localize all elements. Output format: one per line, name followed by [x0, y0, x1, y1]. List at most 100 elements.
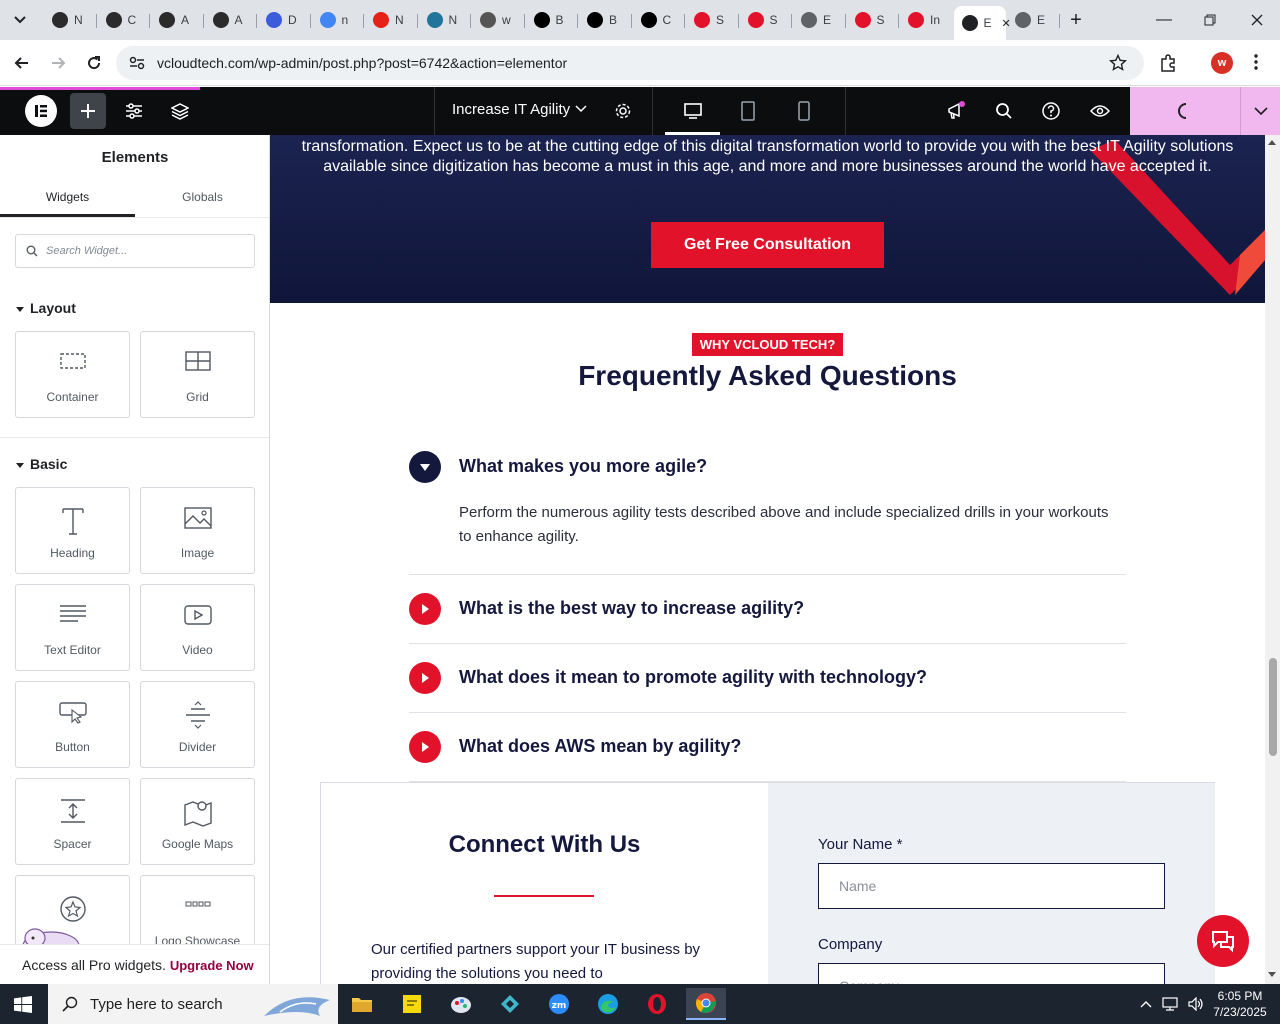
widget-text-editor[interactable]: Text Editor — [15, 584, 130, 671]
sticky-notes-icon[interactable] — [392, 988, 432, 1020]
forward-button[interactable] — [44, 49, 72, 77]
divider — [409, 643, 1126, 644]
tab-search-icon[interactable] — [8, 8, 32, 32]
back-button[interactable] — [8, 49, 36, 77]
extensions-icon[interactable] — [1158, 53, 1178, 73]
widget-heading[interactable]: Heading — [15, 487, 130, 574]
desktop-view-icon[interactable] — [672, 91, 714, 131]
browser-tab[interactable]: C — [633, 6, 685, 34]
browser-tab-active[interactable]: E ✕ — [953, 6, 1011, 40]
browser-tab[interactable]: N — [44, 6, 96, 34]
windows-start-icon[interactable] — [14, 996, 32, 1013]
browser-tab[interactable]: N — [419, 6, 471, 34]
canvas-scrollbar[interactable] — [1265, 135, 1280, 984]
site-settings-icon[interactable] — [114, 91, 154, 131]
add-element-button[interactable] — [70, 93, 106, 129]
browser-tab[interactable]: E — [793, 6, 845, 34]
structure-layers-icon[interactable] — [160, 91, 200, 131]
mobile-view-icon[interactable] — [784, 91, 824, 131]
bookmark-star-icon[interactable] — [1109, 54, 1127, 72]
browser-tab[interactable]: E — [1007, 6, 1059, 34]
restore-button[interactable] — [1187, 0, 1233, 40]
app-diamond-icon[interactable] — [490, 988, 530, 1020]
category-layout[interactable]: Layout — [16, 300, 76, 316]
widget-google-maps[interactable]: Google Maps — [140, 778, 255, 865]
browser-tab[interactable]: S — [847, 6, 899, 34]
tab-favicon-icon — [961, 15, 978, 31]
divider — [409, 574, 1126, 575]
edge-browser-icon[interactable] — [588, 988, 628, 1020]
zoom-app-icon[interactable]: zm — [539, 988, 579, 1020]
tablet-view-icon[interactable] — [728, 91, 768, 131]
chat-button[interactable] — [1197, 915, 1249, 967]
help-icon[interactable] — [1031, 91, 1071, 131]
tab-globals[interactable]: Globals — [135, 187, 269, 217]
widget-image[interactable]: Image — [140, 487, 255, 574]
finder-search-icon[interactable] — [984, 91, 1024, 131]
opera-browser-icon[interactable] — [637, 988, 677, 1020]
browser-tab[interactable]: n — [312, 6, 364, 34]
notifications-icon[interactable] — [936, 91, 976, 131]
tab-widgets[interactable]: Widgets — [0, 187, 135, 217]
company-field[interactable]: Company — [818, 963, 1165, 984]
minimize-button[interactable]: — — [1141, 0, 1187, 40]
faq-question[interactable]: What does it mean to promote agility wit… — [459, 667, 927, 688]
browser-tab[interactable]: A — [151, 6, 203, 34]
volume-icon[interactable] — [1188, 997, 1204, 1011]
clock-date: 7/23/2025 — [1213, 1005, 1267, 1019]
profile-avatar[interactable]: w — [1211, 52, 1233, 74]
browser-tab[interactable]: S — [686, 6, 738, 34]
browser-tab[interactable]: In — [900, 6, 952, 34]
close-window-button[interactable] — [1234, 0, 1280, 40]
browser-tab[interactable]: B — [526, 6, 578, 34]
widget-button[interactable]: Button — [15, 681, 130, 768]
file-explorer-icon[interactable] — [342, 988, 382, 1020]
faq-question[interactable]: What makes you more agile? — [459, 456, 707, 477]
category-label: Layout — [30, 300, 76, 316]
browser-tab[interactable]: N — [365, 6, 417, 34]
site-info-icon[interactable] — [129, 56, 145, 70]
address-bar[interactable]: vcloudtech.com/wp-admin/post.php?post=67… — [116, 46, 1144, 80]
preview-eye-icon[interactable] — [1080, 91, 1120, 131]
widget-container[interactable]: Container — [15, 331, 130, 418]
faq-question[interactable]: What does AWS mean by agility? — [459, 736, 741, 757]
browser-tab[interactable]: B — [579, 6, 631, 34]
page-settings-gear-icon[interactable] — [603, 91, 643, 131]
tab-title: B — [555, 13, 564, 27]
chrome-browser-icon[interactable] — [686, 988, 726, 1020]
browser-menu-icon[interactable] — [1254, 53, 1258, 71]
scrollbar-thumb[interactable] — [1269, 658, 1277, 756]
widget-spacer[interactable]: Spacer — [15, 778, 130, 865]
url-text[interactable]: vcloudtech.com/wp-admin/post.php?post=67… — [157, 55, 567, 71]
get-free-consultation-button[interactable]: Get Free Consultation — [651, 222, 884, 268]
scroll-down-arrow-icon[interactable] — [1268, 972, 1276, 977]
system-clock[interactable]: 6:05 PM 7/23/2025 — [1212, 988, 1268, 1020]
taskbar-search-box[interactable]: Type here to search — [48, 984, 338, 1024]
publish-button[interactable] — [1130, 87, 1240, 135]
upgrade-now-link[interactable]: Upgrade Now — [170, 958, 254, 973]
browser-tab[interactable]: C — [98, 6, 150, 34]
chevron-down-icon[interactable] — [575, 105, 587, 113]
widget-video[interactable]: Video — [140, 584, 255, 671]
browser-tab[interactable]: S — [740, 6, 792, 34]
tab-favicon-icon — [319, 12, 336, 28]
reload-button[interactable] — [80, 49, 108, 77]
search-widget-input[interactable]: Search Widget... — [15, 234, 255, 268]
widget-divider[interactable]: Divider — [140, 681, 255, 768]
browser-tab[interactable]: D — [258, 6, 310, 34]
browser-tab[interactable]: A — [205, 6, 257, 34]
scroll-up-arrow-icon[interactable] — [1268, 140, 1276, 145]
new-tab-button[interactable]: + — [1064, 8, 1088, 32]
category-basic[interactable]: Basic — [16, 456, 67, 472]
browser-tab[interactable]: w — [472, 6, 524, 34]
elementor-logo-button[interactable] — [25, 95, 57, 127]
paint-app-icon[interactable] — [441, 988, 481, 1020]
show-hidden-icons-chevron-icon[interactable] — [1140, 1000, 1152, 1008]
name-field[interactable]: Name — [818, 863, 1165, 909]
page-name-dropdown[interactable]: Increase IT Agility — [452, 101, 570, 118]
faq-question[interactable]: What is the best way to increase agility… — [459, 598, 804, 619]
network-icon[interactable] — [1162, 997, 1178, 1011]
publish-options-chevron-icon[interactable] — [1240, 87, 1280, 135]
widget-label: Container — [46, 390, 99, 404]
widget-grid[interactable]: Grid — [140, 331, 255, 418]
